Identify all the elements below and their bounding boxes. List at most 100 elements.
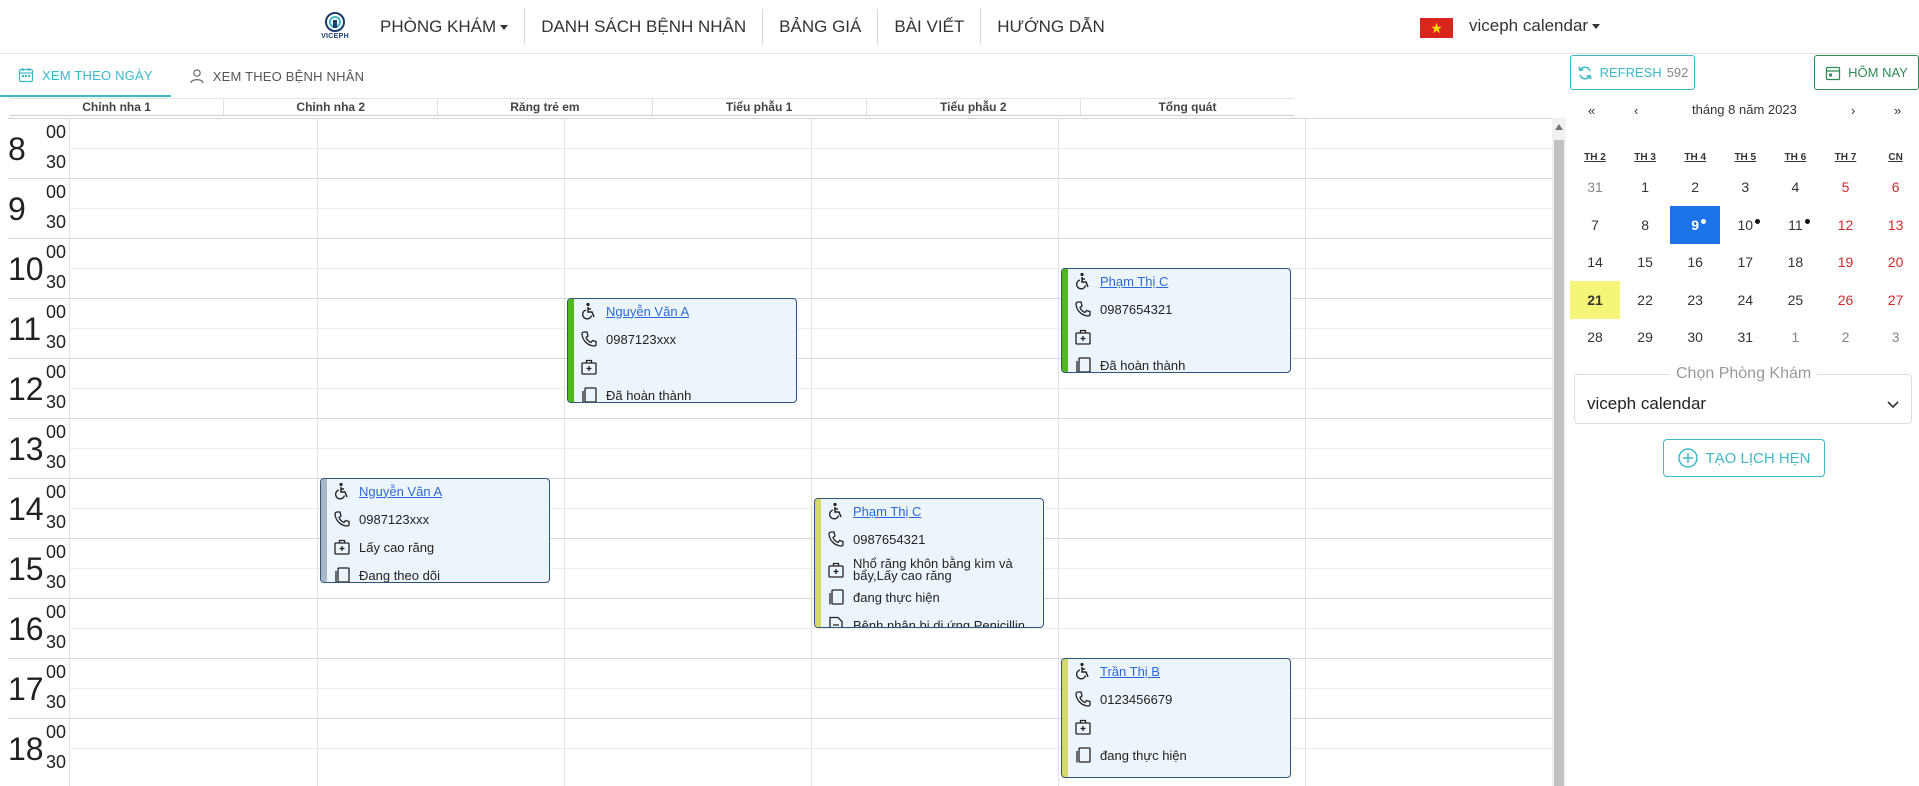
calendar-day[interactable]: 3 [1720, 168, 1770, 206]
calendar-day[interactable]: 31 [1570, 168, 1620, 206]
schedule-grid[interactable]: 8 00 30 9 00 30 10 00 30 11 00 30 12 00 30 13 00 30 14 00 30… [0, 118, 1552, 786]
calendar-day[interactable]: 18 [1770, 243, 1820, 281]
appointment-row: Nguyễn Văn A [333, 482, 442, 500]
patient-name-link[interactable]: Phạm Thị C [1100, 274, 1168, 289]
calendar-day[interactable]: 20 [1871, 243, 1919, 281]
calendar-day[interactable]: 3 [1871, 318, 1919, 356]
hour-divider [8, 178, 1552, 179]
calendar-day-number: 2 [1691, 179, 1700, 195]
calendar-day[interactable]: 17 [1720, 243, 1770, 281]
user-menu-label: viceph calendar [1469, 16, 1589, 35]
calendar-day[interactable]: 16 [1670, 243, 1720, 281]
calendar-day[interactable]: 25 [1770, 281, 1820, 319]
nav-phong-kham[interactable]: PHÒNG KHÁM [366, 9, 524, 45]
calendar-day[interactable]: 15 [1620, 243, 1670, 281]
user-menu[interactable]: viceph calendar [1469, 16, 1601, 36]
calendar-day[interactable]: 29 [1620, 318, 1670, 356]
tab-label: XEM THEO NGÀY [42, 67, 153, 83]
logo-icon [325, 12, 345, 32]
calendar-day[interactable]: 4 [1770, 168, 1820, 206]
calendar-day[interactable]: 5 [1821, 168, 1871, 206]
tab-label: XEM THEO BỆNH NHÂN [212, 68, 365, 84]
nav-bang-gia[interactable]: BẢNG GIÁ [762, 9, 877, 45]
calendar-day-number: 12 [1837, 216, 1854, 233]
calendar-day-number: 30 [1687, 329, 1703, 345]
patient-phone: 0123456679 [1100, 691, 1173, 707]
hour-label: 9 [8, 191, 26, 227]
calendar-day[interactable]: 10 [1720, 206, 1770, 244]
calendar-day[interactable]: 2 [1821, 318, 1871, 356]
nav-label: PHÒNG KHÁM [380, 17, 497, 36]
calendar-day-number: 26 [1837, 291, 1854, 308]
weekday-header: TH 2 [1584, 152, 1606, 163]
next-month-button[interactable]: › [1851, 103, 1855, 118]
appointment-row [1074, 328, 1100, 346]
patient-name-link[interactable]: Trần Thị B [1100, 664, 1160, 679]
calendar-day[interactable]: 2 [1670, 168, 1720, 206]
scroll-up-arrow-icon[interactable] [1555, 124, 1563, 130]
calendar-day[interactable]: 14 [1570, 243, 1620, 281]
clinic-select-value[interactable]: viceph calendar [1587, 394, 1706, 414]
patient-name-link[interactable]: Phạm Thị C [853, 504, 921, 519]
calendar-day[interactable]: 1 [1620, 168, 1670, 206]
calendar-day[interactable]: 12 [1821, 206, 1871, 244]
medical-kit-icon [828, 562, 844, 578]
prev-month-button[interactable]: ‹ [1634, 103, 1638, 118]
refresh-count: 592 [1666, 65, 1689, 80]
nav-bai-viet[interactable]: BÀI VIẾT [877, 9, 980, 45]
refresh-button[interactable]: REFRESH 592 [1570, 55, 1695, 90]
calendar-day[interactable]: 31 [1720, 318, 1770, 356]
caret-down-icon [500, 25, 509, 31]
calendar-day[interactable]: 27 [1871, 281, 1919, 319]
calendar-day-number: 14 [1587, 254, 1603, 270]
calendar-day[interactable]: 9 [1670, 205, 1721, 244]
calendar-day[interactable]: 23 [1670, 281, 1720, 319]
calendar-day[interactable]: 19 [1821, 243, 1871, 281]
calendar-day[interactable]: 21 [1570, 280, 1620, 319]
calendar-day[interactable]: 6 [1871, 168, 1919, 206]
schedule-scrollbar[interactable] [1552, 118, 1566, 786]
scrollbar-thumb[interactable] [1554, 140, 1564, 786]
calendar-day[interactable]: 8 [1620, 206, 1670, 244]
calendar-day[interactable]: 28 [1570, 318, 1620, 356]
calendar-day[interactable]: 26 [1821, 281, 1871, 319]
chevron-down-icon[interactable] [1886, 397, 1900, 411]
column-divider [1305, 118, 1306, 786]
appointment-card[interactable]: Trần Thị B 0123456679 đang thực hiện [1061, 658, 1291, 778]
calendar-day-number: 21 [1587, 291, 1603, 308]
appointment-card[interactable]: Nguyễn Văn A 0987123xxx Đã hoàn thành [567, 298, 797, 403]
calendar-day[interactable]: 11 [1770, 206, 1820, 244]
patient-name-link[interactable]: Nguyễn Văn A [359, 484, 442, 499]
minute-label: 30 [46, 752, 67, 772]
brand-logo[interactable]: VICEPH [316, 9, 354, 45]
calendar-day[interactable]: 13 [1871, 206, 1919, 244]
tab-view-by-patient[interactable]: XEM THEO BỆNH NHÂN [171, 55, 382, 97]
calendar-day[interactable]: 1 [1770, 318, 1820, 356]
calendar-day-number: 4 [1791, 179, 1800, 195]
appointment-row: Phạm Thị C [827, 502, 921, 520]
appointment-card[interactable]: Nguyễn Văn A 0987123xxx Lấy cao răng Đang t… [320, 478, 550, 583]
appointment-card[interactable]: Phạm Thị C 0987654321 Nhổ răng khôn bằng k… [814, 498, 1044, 628]
hour-label: 17 [8, 671, 44, 707]
patient-phone: 0987123xxx [359, 511, 430, 527]
calendar-day[interactable]: 7 [1570, 206, 1620, 244]
nav-danh-sach-benh-nhan[interactable]: DANH SÁCH BỆNH NHÂN [524, 9, 762, 45]
calendar-day[interactable]: 22 [1620, 281, 1670, 319]
weekday-header: TH 6 [1784, 152, 1807, 163]
tab-view-by-day[interactable]: XEM THEO NGÀY [0, 55, 171, 97]
calendar-day[interactable]: 30 [1670, 318, 1720, 356]
column-divider [564, 118, 565, 786]
patient-name-link[interactable]: Nguyễn Văn A [606, 304, 689, 319]
prev-year-button[interactable]: « [1588, 103, 1595, 118]
appointment-card[interactable]: Phạm Thị C 0987654321 Đã hoàn thành [1061, 268, 1291, 373]
calendar-day-number: 22 [1637, 291, 1653, 308]
create-appointment-button[interactable]: TẠO LỊCH HẸN [1663, 439, 1825, 477]
half-hour-divider [70, 448, 1552, 449]
next-year-button[interactable]: » [1894, 103, 1901, 118]
vietnam-flag-icon[interactable]: ★ [1420, 18, 1453, 38]
today-button[interactable]: HÔM NAY [1814, 55, 1919, 90]
room-header: Chỉnh nha 2 [223, 99, 437, 115]
calendar-day[interactable]: 24 [1720, 281, 1770, 319]
minute-label: 00 [46, 362, 67, 382]
nav-huong-dan[interactable]: HƯỚNG DẪN [980, 9, 1121, 45]
